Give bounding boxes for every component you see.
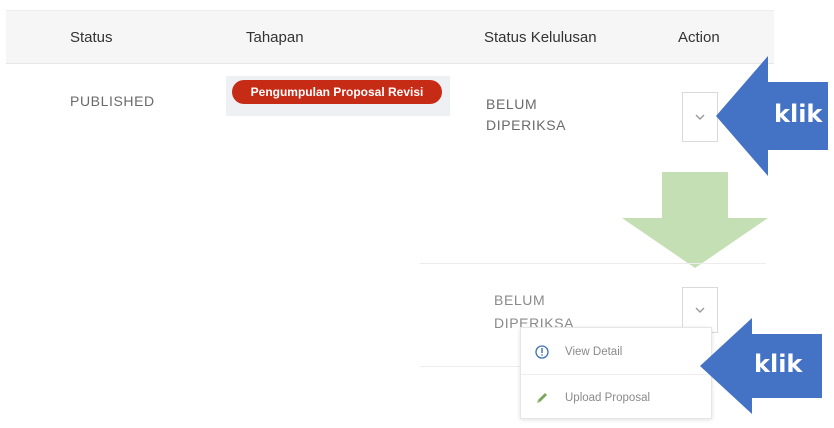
header-tahapan: Tahapan <box>246 29 304 46</box>
second-view-top-line <box>420 263 766 264</box>
action-dropdown-menu: View Detail Upload Proposal <box>520 327 712 419</box>
chevron-down-icon <box>695 114 705 120</box>
menu-item-upload-proposal[interactable]: Upload Proposal <box>521 376 711 420</box>
menu-item-upload-proposal-label: Upload Proposal <box>565 392 651 404</box>
down-arrow-icon <box>622 172 768 268</box>
header-separator <box>6 63 774 64</box>
row-kelulusan-line1: BELUM <box>486 96 538 112</box>
klik-callout-bottom: klik <box>700 318 824 418</box>
tahapan-badge: Pengumpulan Proposal Revisi <box>232 80 442 104</box>
table-header-row <box>6 11 774 63</box>
menu-item-view-detail[interactable]: View Detail <box>521 330 711 374</box>
pencil-icon <box>535 391 565 405</box>
row-kelulusan-line2: DIPERIKSA <box>486 117 567 133</box>
callout-top-label: klik <box>774 100 823 128</box>
action-dropdown-button[interactable] <box>682 92 718 142</box>
callout-bottom-label: klik <box>754 350 803 378</box>
second-view-row-line <box>420 366 520 367</box>
row-status-value: PUBLISHED <box>70 93 155 109</box>
chevron-down-icon <box>695 307 705 313</box>
header-status: Status <box>70 29 113 46</box>
second-kelulusan-line1: BELUM <box>494 292 546 308</box>
klik-callout-top: klik <box>716 56 830 176</box>
header-action: Action <box>678 29 720 46</box>
header-status-kelulusan: Status Kelulusan <box>484 29 597 46</box>
menu-item-view-detail-label: View Detail <box>565 346 623 358</box>
menu-divider <box>521 374 711 375</box>
info-circle-icon <box>535 345 565 359</box>
